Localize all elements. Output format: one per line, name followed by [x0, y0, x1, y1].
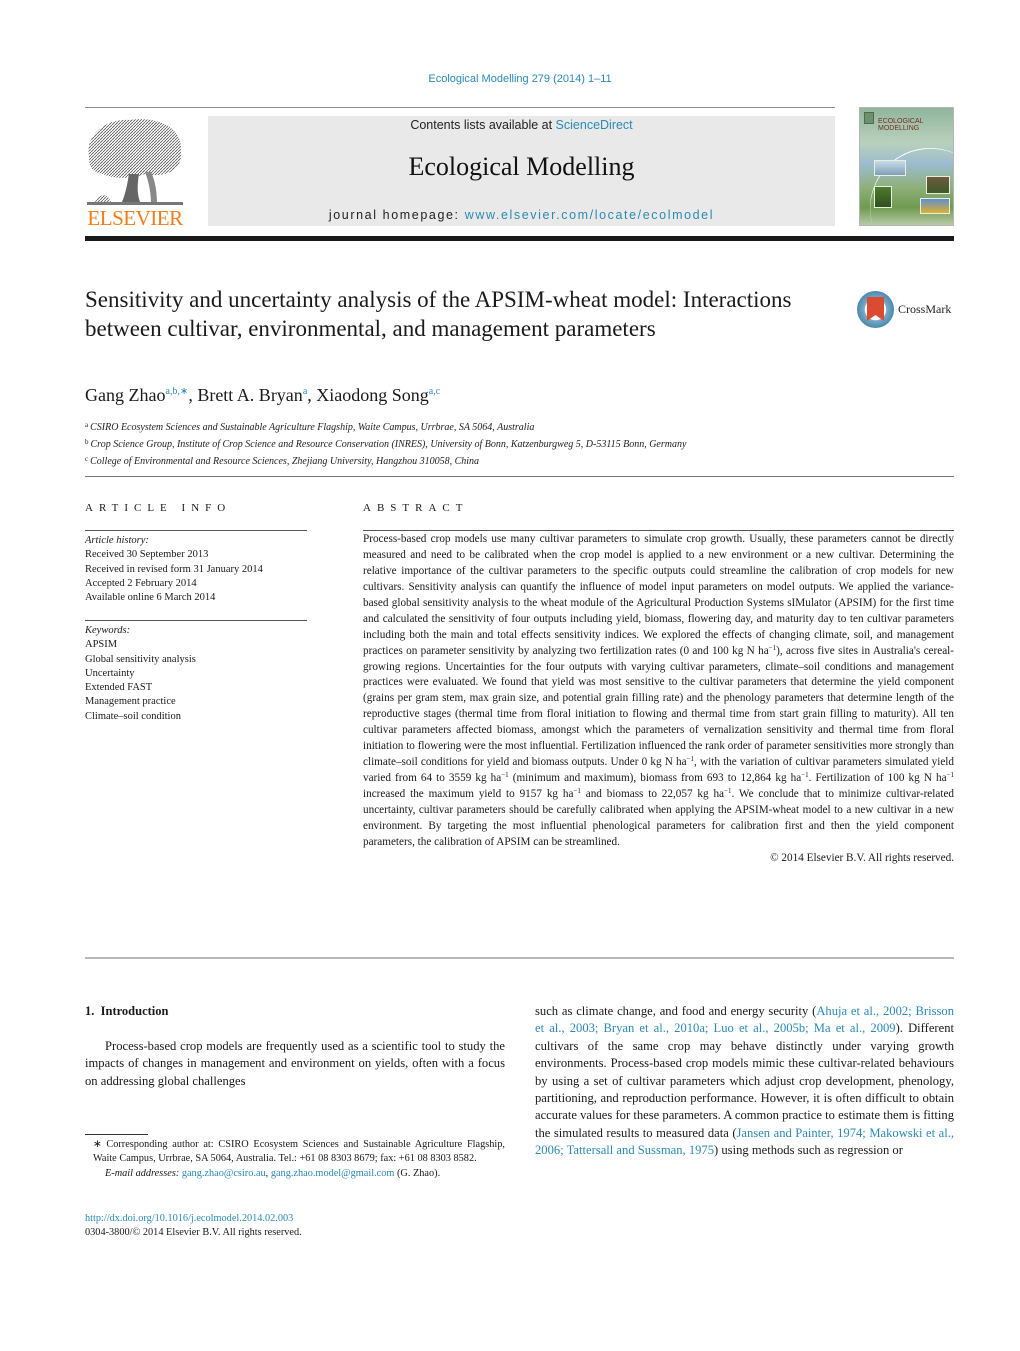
- affiliation-item: b Crop Science Group, Institute of Crop S…: [85, 438, 687, 450]
- affiliation-item: a CSIRO Ecosystem Sciences and Sustainabl…: [85, 421, 535, 433]
- crossmark-label: CrossMark: [898, 302, 952, 316]
- keywords-rule: [85, 620, 307, 621]
- homepage-prefix: journal homepage:: [328, 208, 465, 222]
- crossmark-button[interactable]: CrossMark: [857, 291, 957, 329]
- keywords: Keywords: APSIM Global sensitivity analy…: [85, 624, 307, 724]
- author-name[interactable]: Xiaodong Song: [316, 385, 429, 405]
- article-history: Article history: Received 30 September 2…: [85, 534, 307, 605]
- affiliation-item: c College of Environmental and Resource S…: [85, 455, 480, 467]
- journal-cover-image[interactable]: ECOLOGICAL MODELLING: [859, 107, 954, 226]
- history-item: Received in revised form 31 January 2014: [85, 563, 263, 575]
- cover-publisher-badge: [864, 112, 874, 124]
- keyword-item: Global sensitivity analysis: [85, 653, 196, 665]
- footnote-rule: [85, 1134, 148, 1135]
- intro-paragraph-right: such as climate change, and food and ene…: [535, 1004, 954, 1158]
- history-item: Accepted 2 February 2014: [85, 577, 197, 589]
- journal-homepage: journal homepage: www.elsevier.com/locat…: [208, 208, 835, 222]
- cover-photo: [874, 186, 892, 208]
- keyword-item: Climate–soil condition: [85, 710, 181, 722]
- intro-paragraph-left: Process-based crop models are frequently…: [85, 1039, 505, 1088]
- elsevier-wordmark: ELSEVIER: [87, 206, 183, 230]
- article-history-heading: Article history:: [85, 535, 149, 546]
- cover-photo: [920, 198, 950, 214]
- email-link[interactable]: gang.zhao.model@gmail.com: [271, 1168, 395, 1179]
- doi-link[interactable]: http://dx.doi.org/10.1016/j.ecolmodel.20…: [85, 1212, 302, 1226]
- abstract-label: ABSTRACT: [363, 502, 469, 514]
- keyword-item: Extended FAST: [85, 682, 153, 694]
- front-matter-separator: [85, 957, 954, 959]
- author-name[interactable]: Brett A. Bryan: [197, 385, 303, 405]
- issn-copyright: 0304-3800/© 2014 Elsevier B.V. All right…: [85, 1227, 302, 1239]
- keyword-item: Uncertainty: [85, 667, 135, 679]
- header-band: [85, 236, 954, 241]
- abstract-text: Process-based crop models use many culti…: [363, 532, 954, 867]
- sciencedirect-link[interactable]: ScienceDirect: [556, 118, 633, 132]
- keyword-item: APSIM: [85, 639, 118, 651]
- author-affiliation-marker[interactable]: a,c: [429, 386, 440, 397]
- author-list: Gang Zhaoa,b,∗, Brett A. Bryana, Xiaodon…: [85, 385, 441, 405]
- email-addresses: E-mail addresses: gang.zhao@csiro.au, ga…: [105, 1167, 441, 1179]
- doi-block: http://dx.doi.org/10.1016/j.ecolmodel.20…: [85, 1212, 302, 1241]
- author-name[interactable]: Gang Zhao: [85, 385, 165, 405]
- contents-prefix: Contents lists available at: [410, 118, 556, 132]
- header-rule: [85, 107, 835, 108]
- history-item: Received 30 September 2013: [85, 549, 209, 561]
- journal-citation-link[interactable]: Ecological Modelling 279 (2014) 1–11: [0, 73, 1020, 85]
- journal-homepage-link[interactable]: www.elsevier.com/locate/ecolmodel: [465, 208, 714, 222]
- keyword-item: Management practice: [85, 696, 176, 708]
- cover-photo: [874, 160, 906, 176]
- elsevier-logo[interactable]: ELSEVIER: [85, 116, 185, 230]
- keywords-heading: Keywords:: [85, 625, 131, 636]
- abstract-copyright: © 2014 Elsevier B.V. All rights reserved…: [770, 851, 954, 864]
- abstract-paragraph: Process-based crop models use many culti…: [363, 533, 955, 848]
- article-info-label: ARTICLE INFO: [85, 502, 232, 514]
- affiliations: a CSIRO Ecosystem Sciences and Sustainabl…: [85, 418, 686, 469]
- cover-photo: [926, 176, 950, 194]
- elsevier-tree-icon: [87, 119, 183, 205]
- article-title: Sensitivity and uncertainty analysis of …: [85, 287, 792, 341]
- footnotes: ∗ Corresponding author at: CSIRO Ecosyst…: [85, 1138, 505, 1181]
- history-item: Available online 6 March 2014: [85, 592, 216, 604]
- abstract-rule: [363, 530, 954, 531]
- corresponding-author-note: ∗ Corresponding author at: CSIRO Ecosyst…: [93, 1139, 505, 1165]
- contents-availability: Contents lists available at ScienceDirec…: [208, 118, 835, 132]
- journal-masthead: Contents lists available at ScienceDirec…: [208, 116, 835, 226]
- journal-title: Ecological Modelling: [408, 152, 635, 181]
- cover-title: ECOLOGICAL MODELLING: [878, 118, 924, 132]
- author-affiliation-marker[interactable]: a,b,∗: [165, 386, 188, 397]
- title-rule: [85, 476, 954, 477]
- section-heading-introduction: 1. Introduction: [85, 1004, 169, 1018]
- email-link[interactable]: gang.zhao@csiro.au: [182, 1168, 266, 1179]
- article-info-rule: [85, 530, 307, 531]
